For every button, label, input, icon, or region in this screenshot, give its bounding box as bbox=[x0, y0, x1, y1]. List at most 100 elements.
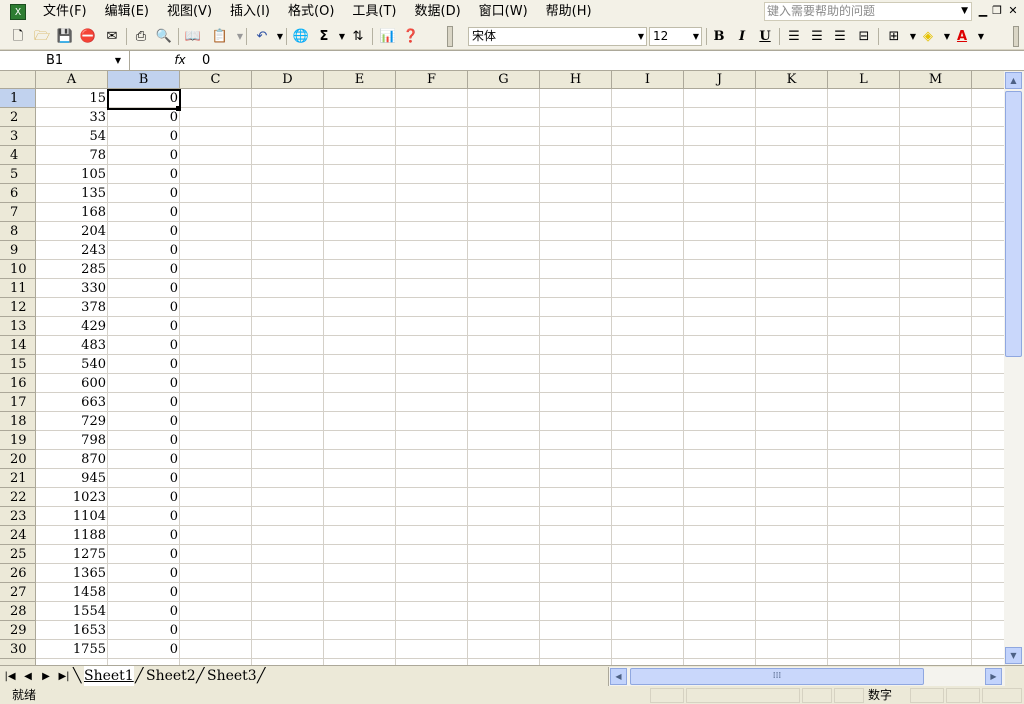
cell-a[interactable]: 1458 bbox=[36, 583, 108, 602]
chevron-down-icon[interactable]: ▼ bbox=[971, 27, 991, 46]
scroll-down-icon[interactable]: ▼ bbox=[1005, 647, 1022, 664]
menu-item[interactable]: 格式(O) bbox=[279, 0, 343, 24]
chevron-down-icon[interactable]: ▼ bbox=[693, 28, 699, 45]
cell-b[interactable]: 0 bbox=[108, 127, 180, 146]
cell-b[interactable]: 0 bbox=[108, 203, 180, 222]
cell-b[interactable]: 0 bbox=[108, 374, 180, 393]
prev-sheet-icon[interactable]: ◀ bbox=[20, 669, 36, 685]
help-search-box[interactable]: 键入需要帮助的问题 ▼ bbox=[764, 2, 972, 21]
cell-b[interactable]: 0 bbox=[108, 526, 180, 545]
toolbar-grip[interactable] bbox=[447, 26, 453, 47]
column-header[interactable]: H bbox=[540, 71, 612, 89]
cell-b[interactable]: 0 bbox=[108, 621, 180, 640]
cell-a[interactable]: 798 bbox=[36, 431, 108, 450]
column-header[interactable]: I bbox=[612, 71, 684, 89]
spreadsheet-grid[interactable]: A B C D E F G H I J K L M 1 15 0 2 33 0 3 54 0 4 78 0 5 105 0 6 135 0 7… bbox=[0, 71, 1004, 665]
cell-a[interactable]: 429 bbox=[36, 317, 108, 336]
font-size-select[interactable]: 12 ▼ bbox=[649, 27, 702, 46]
cell-a[interactable]: 243 bbox=[36, 241, 108, 260]
save-icon[interactable]: 💾 bbox=[55, 27, 75, 46]
cell-a[interactable]: 54 bbox=[36, 127, 108, 146]
column-header[interactable]: C bbox=[180, 71, 252, 89]
cell-a[interactable]: 330 bbox=[36, 279, 108, 298]
row-header[interactable]: 26 bbox=[0, 564, 36, 583]
row-header[interactable]: 10 bbox=[0, 260, 36, 279]
cell-b[interactable]: 0 bbox=[108, 488, 180, 507]
cell-a[interactable]: 204 bbox=[36, 222, 108, 241]
column-header[interactable]: L bbox=[828, 71, 900, 89]
row-header[interactable]: 11 bbox=[0, 279, 36, 298]
cell-b[interactable]: 0 bbox=[108, 241, 180, 260]
autosum-icon[interactable]: Σ bbox=[314, 27, 334, 46]
undo-icon[interactable]: ↶ bbox=[252, 27, 272, 46]
row-header[interactable]: 7 bbox=[0, 203, 36, 222]
cell-a[interactable]: 285 bbox=[36, 260, 108, 279]
column-header[interactable]: M bbox=[900, 71, 972, 89]
first-sheet-icon[interactable]: |◀ bbox=[2, 669, 18, 685]
cell-b[interactable]: 0 bbox=[108, 317, 180, 336]
chevron-down-icon[interactable]: ▼ bbox=[961, 3, 968, 20]
research-icon[interactable]: 📖 bbox=[183, 27, 203, 46]
row-header[interactable]: 8 bbox=[0, 222, 36, 241]
column-header[interactable] bbox=[972, 71, 1004, 89]
row-header[interactable]: 28 bbox=[0, 602, 36, 621]
cell-a[interactable]: 33 bbox=[36, 108, 108, 127]
scroll-left-icon[interactable]: ◀ bbox=[610, 668, 627, 685]
cell-b[interactable]: 0 bbox=[108, 393, 180, 412]
sort-ascending-icon[interactable]: ⇅ bbox=[348, 27, 368, 46]
row-header[interactable]: 17 bbox=[0, 393, 36, 412]
row-header[interactable]: 20 bbox=[0, 450, 36, 469]
menu-item[interactable]: 编辑(E) bbox=[96, 0, 158, 24]
cell-b[interactable]: 0 bbox=[108, 640, 180, 659]
row-header[interactable]: 18 bbox=[0, 412, 36, 431]
cell-a[interactable]: 1023 bbox=[36, 488, 108, 507]
cell-b[interactable]: 0 bbox=[108, 165, 180, 184]
menu-item[interactable]: 数据(D) bbox=[406, 0, 470, 24]
cell-b[interactable]: 0 bbox=[108, 260, 180, 279]
restore-icon[interactable]: ❐ bbox=[990, 4, 1004, 18]
align-left-icon[interactable]: ☰ bbox=[784, 27, 804, 46]
print-preview-icon[interactable]: 🔍 bbox=[154, 27, 174, 46]
chart-wizard-icon[interactable]: 📊 bbox=[378, 27, 398, 46]
cell-b[interactable]: 0 bbox=[108, 602, 180, 621]
row-header[interactable]: 2 bbox=[0, 108, 36, 127]
scroll-right-icon[interactable]: ▶ bbox=[985, 668, 1002, 685]
row-header[interactable]: 12 bbox=[0, 298, 36, 317]
bold-button[interactable]: B bbox=[709, 27, 729, 46]
name-box[interactable]: B1 ▼ bbox=[0, 51, 130, 70]
row-header[interactable]: 9 bbox=[0, 241, 36, 260]
sheet-tab-3[interactable]: Sheet3 bbox=[207, 666, 257, 686]
cell-a[interactable]: 378 bbox=[36, 298, 108, 317]
insert-function-icon[interactable]: fx bbox=[170, 51, 190, 70]
select-all-corner[interactable] bbox=[0, 71, 36, 89]
underline-button[interactable]: U bbox=[755, 27, 775, 46]
column-header[interactable]: J bbox=[684, 71, 756, 89]
excel-app-icon[interactable]: X bbox=[10, 4, 26, 20]
cell-b[interactable]: 0 bbox=[108, 184, 180, 203]
last-sheet-icon[interactable]: ▶| bbox=[56, 669, 72, 685]
row-header[interactable]: 4 bbox=[0, 146, 36, 165]
new-file-icon[interactable]: 🗋 bbox=[8, 27, 28, 46]
cell-b[interactable]: 0 bbox=[108, 298, 180, 317]
sheet-tab-1[interactable]: Sheet1 bbox=[84, 666, 134, 686]
cell-a[interactable]: 1275 bbox=[36, 545, 108, 564]
chevron-down-icon[interactable]: ▼ bbox=[115, 51, 121, 70]
cell-a[interactable]: 168 bbox=[36, 203, 108, 222]
italic-button[interactable]: I bbox=[732, 27, 752, 46]
cell-b[interactable]: 0 bbox=[108, 412, 180, 431]
cell-b[interactable]: 0 bbox=[108, 564, 180, 583]
cell-a[interactable]: 1365 bbox=[36, 564, 108, 583]
sheet-tab-2[interactable]: Sheet2 bbox=[146, 666, 196, 686]
cell-a[interactable]: 663 bbox=[36, 393, 108, 412]
menu-item[interactable]: 文件(F) bbox=[34, 0, 96, 24]
row-header[interactable]: 21 bbox=[0, 469, 36, 488]
row-header[interactable]: 27 bbox=[0, 583, 36, 602]
cell-a[interactable]: 600 bbox=[36, 374, 108, 393]
cell-b[interactable]: 0 bbox=[108, 545, 180, 564]
cell-a[interactable]: 105 bbox=[36, 165, 108, 184]
menu-item[interactable]: 工具(T) bbox=[343, 0, 405, 24]
hyperlink-icon[interactable]: 🌐 bbox=[291, 27, 311, 46]
row-header[interactable]: 15 bbox=[0, 355, 36, 374]
row-header[interactable]: 30 bbox=[0, 640, 36, 659]
cell-a[interactable]: 1554 bbox=[36, 602, 108, 621]
